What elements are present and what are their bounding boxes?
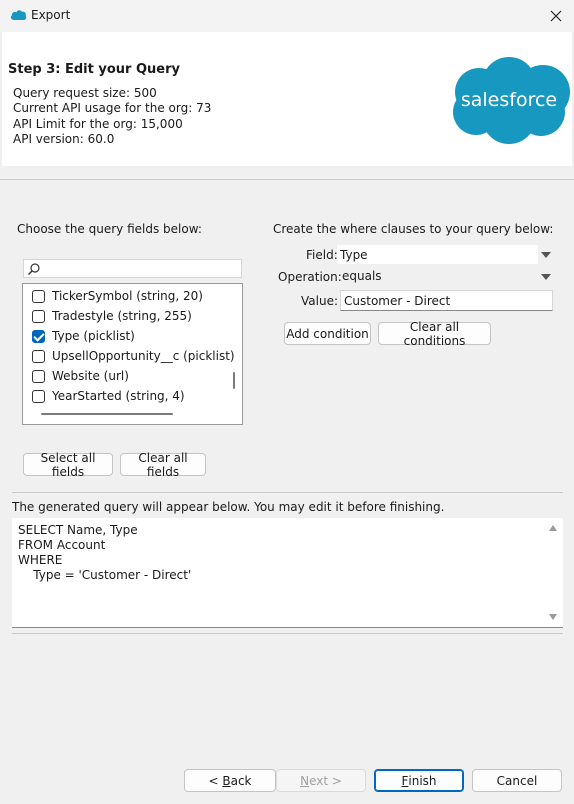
horizontal-scrollbar[interactable] — [41, 413, 173, 415]
scroll-down-icon[interactable] — [548, 613, 558, 621]
title-bar: Export — [0, 0, 574, 32]
export-dialog: Export Step 3: Edit your Query Query req… — [0, 0, 574, 804]
field-item[interactable]: UpsellOpportunity__c (picklist) — [32, 346, 235, 366]
back-button-prefix: < — [208, 773, 223, 788]
salesforce-cloud-icon — [10, 10, 27, 20]
field-item-label: Website (url) — [52, 369, 129, 383]
field-item[interactable]: TickerSymbol (string, 20) — [32, 286, 203, 306]
query-line: SELECT Name, Type — [18, 523, 138, 537]
query-bottom-divider — [12, 633, 563, 634]
field-label: Field: — [306, 248, 338, 262]
operation-label: Operation: — [278, 270, 342, 284]
finish-button-mnemonic: F — [401, 773, 409, 788]
field-item-label: Type (picklist) — [52, 329, 135, 343]
query-line: Type = 'Customer - Direct' — [18, 568, 192, 582]
cancel-button[interactable]: Cancel — [472, 769, 562, 792]
step-title: Step 3: Edit your Query — [8, 62, 180, 77]
search-icon — [28, 263, 40, 275]
checkbox[interactable] — [32, 389, 45, 403]
field-list[interactable]: TickerSymbol (string, 20) Tradestyle (st… — [22, 283, 243, 425]
value-input[interactable]: Customer - Direct — [340, 290, 553, 311]
chevron-down-icon[interactable] — [540, 250, 552, 260]
clear-all-fields-button[interactable]: Clear all fields — [120, 451, 206, 479]
checkbox[interactable] — [32, 289, 45, 303]
next-button[interactable]: Next > — [276, 769, 366, 792]
value-label: Value: — [301, 294, 338, 308]
back-button-mnemonic: B — [222, 773, 231, 788]
window-title: Export — [31, 8, 71, 22]
query-line: WHERE — [18, 553, 63, 567]
field-item[interactable]: Website (url) — [32, 366, 129, 386]
query-request-size: Query request size: 500 — [13, 86, 157, 100]
checkbox-checked[interactable] — [32, 329, 45, 343]
back-button-rest: ack — [230, 773, 252, 788]
query-line: FROM Account — [18, 538, 106, 552]
field-item[interactable]: YearStarted (string, 4) — [32, 386, 185, 406]
query-label: The generated query will appear below. Y… — [12, 500, 445, 514]
header-banner: Step 3: Edit your Query Query request si… — [2, 32, 572, 166]
field-item-label: UpsellOpportunity__c (picklist) — [52, 349, 235, 363]
where-panel-label: Create the where clauses to your query b… — [273, 222, 554, 236]
field-item[interactable]: Tradestyle (string, 255) — [32, 306, 192, 326]
chevron-down-icon[interactable] — [540, 272, 552, 282]
checkbox[interactable] — [32, 369, 45, 383]
api-version: API version: 60.0 — [13, 132, 115, 146]
field-item-label: TickerSymbol (string, 20) — [52, 289, 203, 303]
field-search-input[interactable] — [23, 259, 242, 278]
close-button[interactable] — [538, 0, 574, 32]
value-input-text: Customer - Direct — [344, 293, 451, 308]
add-condition-button[interactable]: Add condition — [284, 322, 371, 345]
select-all-fields-button[interactable]: Select all fields — [23, 451, 113, 479]
clear-all-conditions-button[interactable]: Clear all conditions — [378, 320, 491, 348]
section-divider — [0, 179, 574, 180]
salesforce-logo-text: salesforce — [461, 89, 557, 111]
field-select[interactable]: Type — [337, 245, 538, 264]
field-item[interactable]: Type (picklist) — [32, 326, 135, 346]
salesforce-logo: salesforce — [453, 57, 570, 144]
operation-select-value: equals — [342, 268, 382, 283]
operation-select[interactable]: equals — [339, 266, 538, 285]
field-select-value: Type — [340, 247, 368, 262]
query-textarea[interactable]: SELECT Name, Type FROM Account WHERE Typ… — [12, 518, 563, 628]
vertical-scrollbar[interactable] — [233, 372, 235, 389]
finish-button-rest: inish — [408, 773, 437, 788]
fields-panel-label: Choose the query fields below: — [17, 222, 202, 236]
finish-button[interactable]: Finish — [374, 769, 464, 792]
query-divider — [12, 492, 563, 493]
checkbox[interactable] — [32, 309, 45, 323]
next-button-mnemonic: N — [300, 773, 310, 788]
next-button-rest: ext > — [309, 773, 342, 788]
scroll-up-icon[interactable] — [548, 524, 558, 532]
field-item-label: YearStarted (string, 4) — [52, 389, 185, 403]
field-item-label: Tradestyle (string, 255) — [52, 309, 192, 323]
api-limit: API Limit for the org: 15,000 — [13, 117, 183, 131]
api-usage: Current API usage for the org: 73 — [13, 101, 212, 115]
checkbox[interactable] — [32, 349, 45, 363]
close-icon — [550, 10, 562, 22]
back-button[interactable]: < Back — [184, 769, 276, 792]
